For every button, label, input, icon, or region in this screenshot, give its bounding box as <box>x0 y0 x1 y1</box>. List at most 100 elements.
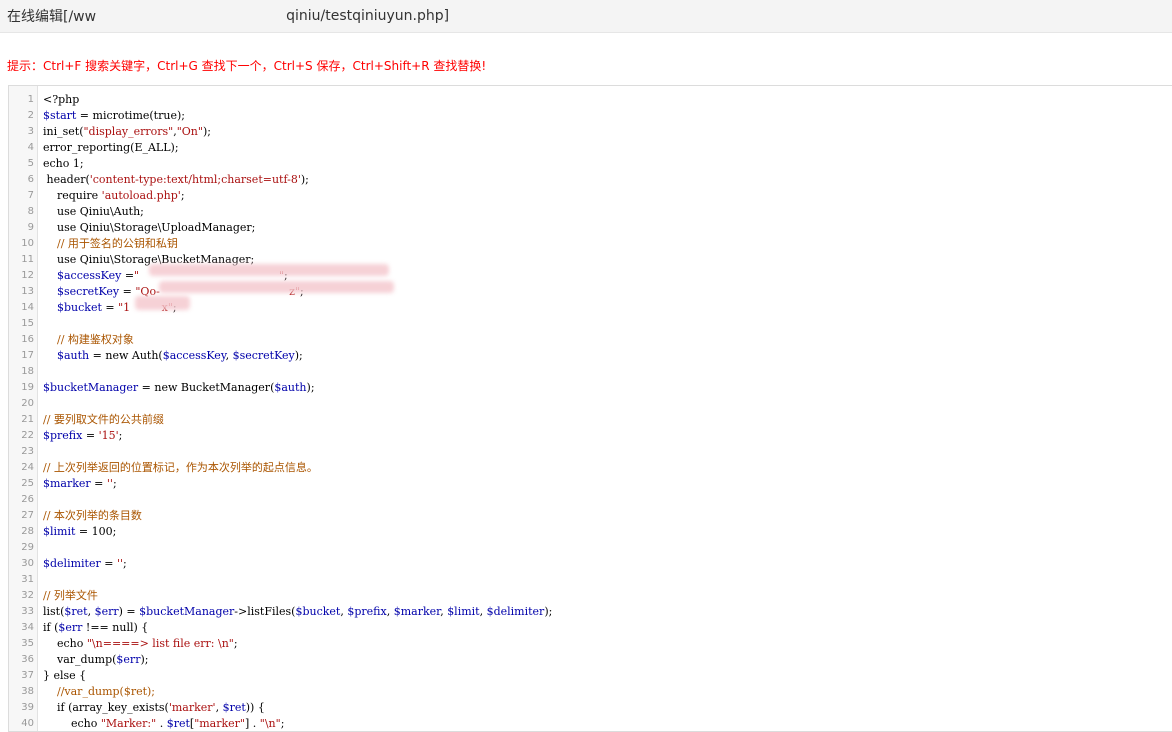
line-text[interactable]: // 本次列举的条目数 <box>43 508 142 524</box>
line-number: 33 <box>21 606 34 617</box>
line-text[interactable]: // 要列取文件的公共前缀 <box>43 412 164 428</box>
line-number: 9 <box>27 222 34 233</box>
line-number: 37 <box>21 670 34 681</box>
line-text[interactable]: var_dump($err); <box>43 652 148 668</box>
code-line[interactable]: 1 <?php <box>9 92 1172 108</box>
line-number: 34 <box>21 622 34 633</box>
code-line[interactable]: 3 ini_set("display_errors","On"); <box>9 124 1172 140</box>
line-text[interactable]: // 列举文件 <box>43 588 98 604</box>
code-line[interactable]: 37 } else { <box>9 668 1172 684</box>
line-text[interactable]: $start = microtime(true); <box>43 108 185 124</box>
line-text[interactable]: $delimiter = ''; <box>43 556 127 572</box>
line-number: 7 <box>27 190 34 201</box>
line-text[interactable]: // 上次列举返回的位置标记，作为本次列举的起点信息。 <box>43 460 318 476</box>
line-number: 3 <box>27 126 34 137</box>
code-line[interactable]: 32 // 列举文件 <box>9 588 1172 604</box>
code-line[interactable]: 6 header('content-type:text/html;charset… <box>9 172 1172 188</box>
line-number: 14 <box>21 302 34 313</box>
line-text[interactable]: $bucketManager = new BucketManager($auth… <box>43 380 315 396</box>
line-text[interactable]: $prefix = '15'; <box>43 428 122 444</box>
line-text[interactable]: $auth = new Auth($accessKey, $secretKey)… <box>43 348 303 364</box>
code-line[interactable]: 22 $prefix = '15'; <box>9 428 1172 444</box>
line-text[interactable]: error_reporting(E_ALL); <box>43 140 179 156</box>
line-number: 29 <box>21 542 34 553</box>
line-number: 27 <box>21 510 34 521</box>
redaction-mark <box>135 296 190 310</box>
redaction-mark <box>149 264 389 276</box>
line-number: 15 <box>21 318 34 329</box>
code-line[interactable]: 8 use Qiniu\Auth; <box>9 204 1172 220</box>
code-lines[interactable]: 1 <?php 2 $start = microtime(true); 3 ini_set… <box>9 92 1172 731</box>
code-editor[interactable]: 1 <?php 2 $start = microtime(true); 3 ini_set… <box>8 85 1172 732</box>
code-line[interactable]: 40 echo "Marker:" . $ret["marker"] . "\n… <box>9 716 1172 731</box>
line-text[interactable]: // 用于签名的公钥和私钥 <box>43 236 178 252</box>
code-line[interactable]: 16 // 构建鉴权对象 <box>9 332 1172 348</box>
line-number: 11 <box>21 254 34 265</box>
code-line[interactable]: 24 // 上次列举返回的位置标记，作为本次列举的起点信息。 <box>9 460 1172 476</box>
code-line[interactable]: 38 //var_dump($ret); <box>9 684 1172 700</box>
line-text[interactable]: //var_dump($ret); <box>43 684 155 700</box>
code-line[interactable]: 4 error_reporting(E_ALL); <box>9 140 1172 156</box>
line-text[interactable]: if ($err !== null) { <box>43 620 148 636</box>
code-line[interactable]: 9 use Qiniu\Storage\UploadManager; <box>9 220 1172 236</box>
line-text[interactable]: $limit = 100; <box>43 524 116 540</box>
code-line[interactable]: 36 var_dump($err); <box>9 652 1172 668</box>
line-number: 40 <box>21 718 34 729</box>
line-number: 17 <box>21 350 34 361</box>
code-line[interactable]: 2 $start = microtime(true); <box>9 108 1172 124</box>
line-text[interactable]: list($ret, $err) = $bucketManager->listF… <box>43 604 552 620</box>
code-line[interactable]: 5 echo 1; <box>9 156 1172 172</box>
line-number: 28 <box>21 526 34 537</box>
line-number: 35 <box>21 638 34 649</box>
code-line[interactable]: 28 $limit = 100; <box>9 524 1172 540</box>
line-text[interactable]: echo "Marker:" . $ret["marker"] . "\n"; <box>43 716 284 731</box>
window-title-bar: 在线编辑[/ww qiniu/testqiniuyun.php] <box>0 0 1172 33</box>
code-line[interactable]: 17 $auth = new Auth($accessKey, $secretK… <box>9 348 1172 364</box>
line-number: 12 <box>21 270 34 281</box>
code-line[interactable]: 27 // 本次列举的条目数 <box>9 508 1172 524</box>
code-line[interactable]: 39 if (array_key_exists('marker', $ret))… <box>9 700 1172 716</box>
line-text[interactable]: ini_set("display_errors","On"); <box>43 124 211 140</box>
code-line[interactable]: 19 $bucketManager = new BucketManager($au… <box>9 380 1172 396</box>
code-line[interactable]: 10 // 用于签名的公钥和私钥 <box>9 236 1172 252</box>
redaction-mark <box>159 281 394 293</box>
line-text[interactable]: // 构建鉴权对象 <box>43 332 134 348</box>
code-line[interactable]: 25 $marker = ''; <box>9 476 1172 492</box>
code-line[interactable]: 33 list($ret, $err) = $bucketManager->lis… <box>9 604 1172 620</box>
code-line[interactable]: 15 <box>9 316 1172 332</box>
code-line[interactable]: 34 if ($err !== null) { <box>9 620 1172 636</box>
line-number: 26 <box>21 494 34 505</box>
line-text[interactable]: echo "\n====> list file err: \n"; <box>43 636 238 652</box>
code-line[interactable]: 7 require 'autoload.php'; <box>9 188 1172 204</box>
line-number: 38 <box>21 686 34 697</box>
code-line[interactable]: 23 <box>9 444 1172 460</box>
code-line[interactable]: 35 echo "\n====> list file err: \n"; <box>9 636 1172 652</box>
line-number: 4 <box>27 142 34 153</box>
line-text[interactable]: echo 1; <box>43 156 84 172</box>
line-text[interactable]: <?php <box>43 92 79 108</box>
line-number: 6 <box>27 174 34 185</box>
line-text[interactable]: } else { <box>43 668 86 684</box>
line-text[interactable]: use Qiniu\Storage\UploadManager; <box>43 220 255 236</box>
code-line[interactable]: 29 <box>9 540 1172 556</box>
line-number: 36 <box>21 654 34 665</box>
line-text[interactable]: header('content-type:text/html;charset=u… <box>43 172 308 188</box>
line-number: 32 <box>21 590 34 601</box>
code-line[interactable]: 20 <box>9 396 1172 412</box>
code-line[interactable]: 30 $delimiter = ''; <box>9 556 1172 572</box>
line-number: 23 <box>21 446 34 457</box>
line-number: 19 <box>21 382 34 393</box>
code-line[interactable]: 18 <box>9 364 1172 380</box>
line-text[interactable]: use Qiniu\Auth; <box>43 204 144 220</box>
line-text[interactable]: if (array_key_exists('marker', $ret)) { <box>43 700 265 716</box>
line-number: 10 <box>21 238 34 249</box>
line-number: 8 <box>27 206 34 217</box>
line-number: 24 <box>21 462 34 473</box>
line-number: 39 <box>21 702 34 713</box>
line-text[interactable]: require 'autoload.php'; <box>43 188 185 204</box>
code-line[interactable]: 26 <box>9 492 1172 508</box>
line-number: 1 <box>27 94 34 105</box>
code-line[interactable]: 21 // 要列取文件的公共前缀 <box>9 412 1172 428</box>
code-line[interactable]: 31 <box>9 572 1172 588</box>
line-text[interactable]: $marker = ''; <box>43 476 117 492</box>
